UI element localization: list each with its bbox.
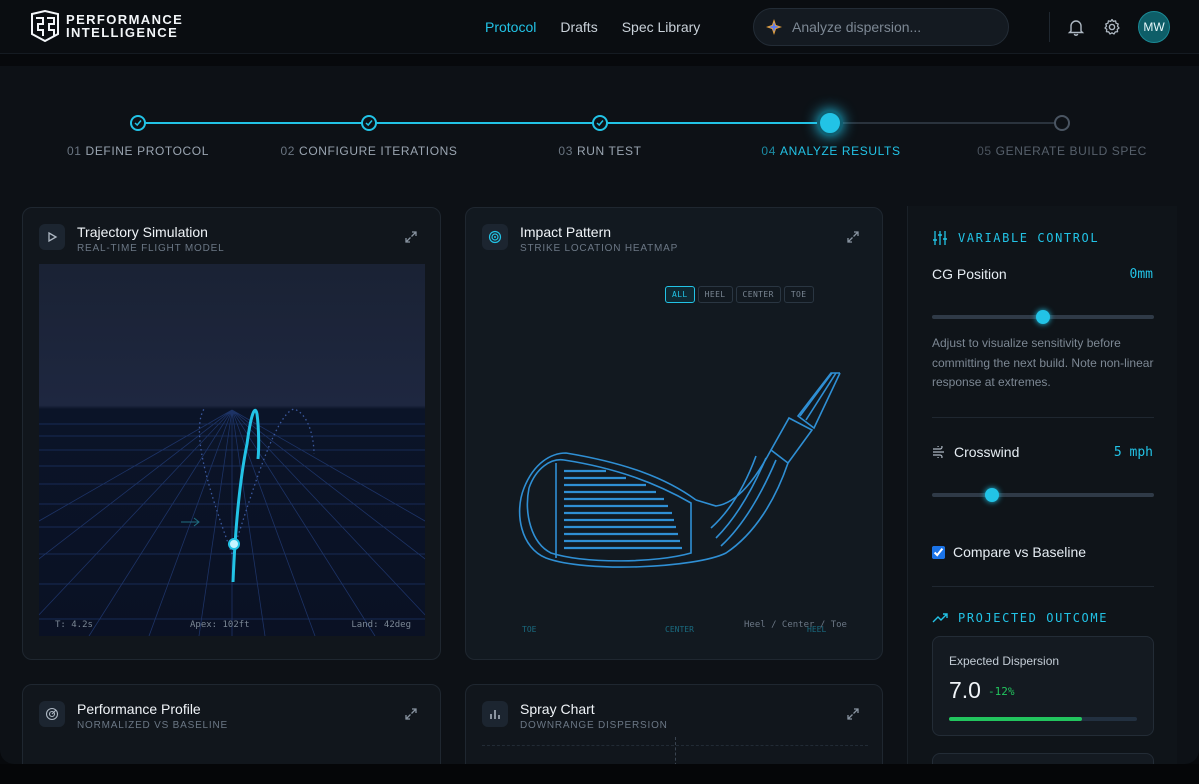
flight-time: T: 4.2s [55,620,93,630]
crosswind-slider-thumb[interactable] [984,488,999,502]
stepper-track-complete [138,122,830,124]
bell-icon [1067,20,1085,36]
gear-icon [1104,18,1120,35]
step-1-node[interactable] [130,115,146,131]
flight-apex: Apex: 102ft [190,620,250,630]
filter-all[interactable]: ALL [665,286,695,303]
sparkle-icon [766,19,782,35]
metric-label: Expected Dispersion [949,654,1060,668]
panel-divider [932,586,1154,587]
step-1-label[interactable]: 01 DEFINE PROTOCOL [67,144,209,158]
trending-up-icon [932,613,948,623]
card-subtitle: NORMALIZED VS BASELINE [77,720,228,731]
impact-legend: Heel / Center / Toe [744,620,847,630]
filter-toe[interactable]: TOE [783,286,814,303]
main-workspace: 01 DEFINE PROTOCOL 02 CONFIGURE ITERATIONS… [0,66,1199,784]
crosswind-label: Crosswind [954,444,1020,460]
step-2-node[interactable] [361,115,377,131]
card-subtitle: REAL-TIME FLIGHT MODEL [77,243,225,254]
bar-chart-icon [482,701,508,727]
step-4-node[interactable] [817,110,843,136]
check-icon [134,120,142,127]
radar-icon [39,701,65,727]
variable-control-title: VARIABLE CONTROL [958,231,1100,245]
metric-delta: -12% [988,685,1015,698]
settings-button[interactable] [1102,17,1122,37]
card-title: Spray Chart [520,701,595,717]
impact-card: Impact Pattern STRIKE LOCATION HEATMAP A… [465,207,883,660]
step-4-label[interactable]: 04 ANALYZE RESULTS [761,144,900,158]
cg-label: CG Position [932,266,1007,282]
metric-progress-fill [949,717,1083,721]
logo-icon [31,10,59,42]
step-3-node[interactable] [592,115,608,131]
step-5-node[interactable] [1054,115,1070,131]
expand-icon[interactable] [846,707,860,721]
expected-dispersion-card: Expected Dispersion 7.0 -12% [932,636,1154,736]
cg-slider-thumb[interactable] [1036,310,1050,324]
brand-logo[interactable]: PERFORMANCE INTELLIGENCE [30,10,183,42]
notifications-button[interactable] [1066,17,1086,37]
metric-progress-track [949,717,1137,721]
filter-heel[interactable]: HEEL [697,286,733,303]
nav-spec-library[interactable]: Spec Library [622,19,701,35]
nav-drafts[interactable]: Drafts [560,19,597,35]
check-icon [365,120,373,127]
top-nav-bar: PERFORMANCE INTELLIGENCE Protocol Drafts… [0,0,1199,54]
club-head-diagram [518,372,841,568]
expand-icon[interactable] [404,707,418,721]
wind-icon [933,446,944,458]
expand-icon[interactable] [404,230,418,244]
compare-baseline-label: Compare vs Baseline [953,544,1087,560]
cg-note: Adjust to visualize sensitivity before c… [932,336,1154,389]
trajectory-card: Trajectory Simulation REAL-TIME FLIGHT M… [22,207,441,660]
target-icon [482,224,508,250]
panel-divider [932,417,1154,418]
metric-value: 7.0 [949,677,981,703]
play-icon [39,224,65,250]
cg-value: 0mm [1129,267,1153,282]
card-subtitle: STRIKE LOCATION HEATMAP [520,243,679,254]
card-title: Impact Pattern [520,224,612,240]
compare-baseline-checkbox[interactable] [932,545,945,559]
cg-slider[interactable] [932,310,1154,324]
flight-grid [23,408,440,637]
brand-line-2: INTELLIGENCE [66,25,179,40]
flight-visualization[interactable]: T: 4.2s Apex: 102ft Land: 42deg [23,264,440,637]
step-3-label[interactable]: 03 RUN TEST [558,144,641,158]
expand-icon[interactable] [846,230,860,244]
nav-divider [1049,12,1050,42]
filter-center[interactable]: CENTER [735,286,781,303]
user-avatar[interactable]: MW [1138,11,1170,43]
search-input[interactable] [792,19,992,35]
stepper-track-pending [830,122,1062,124]
ball-marker[interactable] [228,538,240,550]
progress-stepper: 01 DEFINE PROTOCOL 02 CONFIGURE ITERATIONS… [0,66,1199,196]
crosswind-value: 5 mph [1113,445,1153,460]
axis-label-center: CENTER [665,625,694,634]
card-title: Trajectory Simulation [77,224,208,240]
compare-baseline-toggle[interactable]: Compare vs Baseline [932,544,1086,560]
variable-control-panel: VARIABLE CONTROL CG Position 0mm Adjust … [907,206,1177,783]
crosswind-slider[interactable] [932,488,1154,502]
flight-land: Land: 42deg [351,620,411,630]
card-subtitle: DOWNRANGE DISPERSION [520,720,668,731]
step-5-label[interactable]: 05 GENERATE BUILD SPEC [977,144,1147,158]
search-bar[interactable] [753,8,1009,46]
sliders-icon [933,231,947,245]
check-icon [596,120,604,127]
main-nav: Protocol Drafts Spec Library [485,19,700,35]
card-title: Performance Profile [77,701,201,717]
impact-filter-group: ALL HEEL CENTER TOE [665,284,817,303]
projected-outcome-title: PROJECTED OUTCOME [958,611,1109,625]
step-2-label[interactable]: 02 CONFIGURE ITERATIONS [280,144,457,158]
window-bottom-edge [0,764,1199,784]
axis-label-toe: TOE [522,625,537,634]
nav-protocol[interactable]: Protocol [485,19,536,35]
